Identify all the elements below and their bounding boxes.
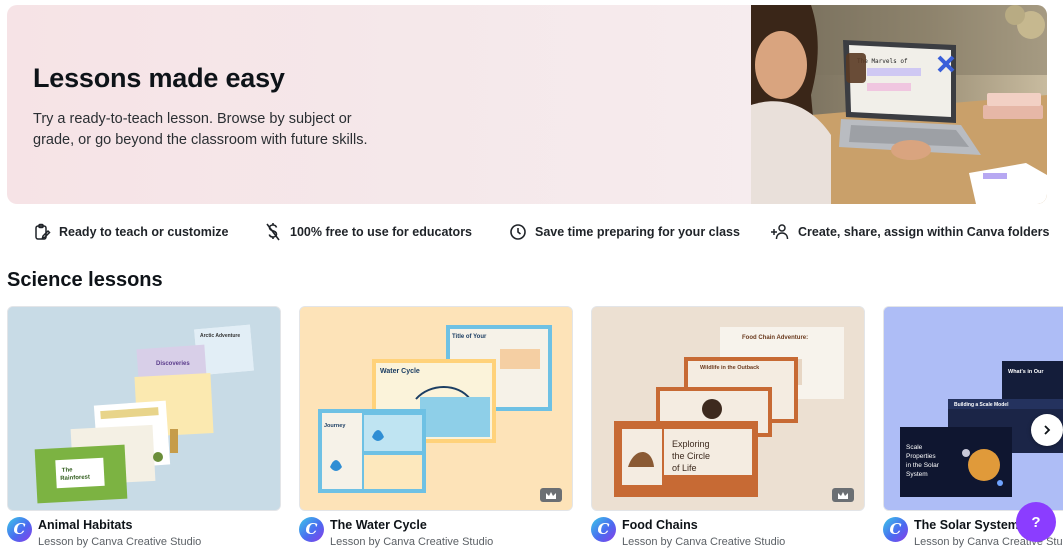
hero-subtitle: Try a ready-to-teach lesson. Browse by s… bbox=[33, 111, 368, 148]
clipboard-edit-icon bbox=[35, 223, 51, 240]
svg-text:of Life: of Life bbox=[672, 463, 697, 473]
svg-text:Building a Scale Model: Building a Scale Model bbox=[954, 402, 1009, 408]
lesson-author: Lesson by Canva Creative Studio bbox=[38, 536, 202, 548]
lesson-author: Lesson by Canva Creative Studio bbox=[330, 536, 494, 548]
hero-photo: The Marvels of bbox=[751, 5, 1047, 204]
lesson-card-food-chains[interactable]: Food Chain Adventure: Wildlife in the Ou… bbox=[591, 306, 865, 511]
lesson-meta[interactable]: C Food Chains Lesson by Canva Creative S… bbox=[591, 517, 865, 553]
hero-title: Lessons made easy bbox=[33, 63, 285, 93]
lesson-thumbnail: Title of Your Water Cycle Journey bbox=[300, 307, 572, 510]
lesson-meta[interactable]: C The Water Cycle Lesson by Canva Creati… bbox=[299, 517, 573, 553]
svg-text:Scale: Scale bbox=[906, 444, 923, 451]
svg-text:Properties: Properties bbox=[906, 453, 936, 460]
hero-banner: Lessons made easy Try a ready-to-teach l… bbox=[7, 5, 1047, 204]
feature-share: Create, share, assign within Canva folde… bbox=[770, 221, 1049, 243]
lesson-card-solar-system[interactable]: What's in Our Building a Scale Model Sca… bbox=[883, 306, 1063, 511]
feature-free: 100% free to use for educators bbox=[264, 221, 472, 243]
feature-label: Create, share, assign within Canva folde… bbox=[798, 225, 1050, 239]
lesson-author: Lesson by Canva Creative Studio bbox=[622, 536, 786, 548]
feature-label: 100% free to use for educators bbox=[290, 225, 473, 239]
premium-crown-icon bbox=[540, 488, 562, 502]
svg-text:the Circle: the Circle bbox=[672, 451, 710, 461]
svg-text:Discoveries: Discoveries bbox=[156, 361, 190, 367]
feature-time: Save time preparing for your class bbox=[509, 221, 740, 243]
carousel-next-button[interactable] bbox=[1031, 414, 1063, 446]
premium-crown-icon bbox=[832, 488, 854, 502]
svg-text:in the Solar: in the Solar bbox=[906, 462, 940, 469]
svg-text:System: System bbox=[906, 471, 928, 478]
feature-list: Ready to teach or customize 100% free to… bbox=[0, 221, 1063, 243]
svg-text:Journey: Journey bbox=[324, 423, 346, 429]
svg-text:Exploring: Exploring bbox=[672, 439, 710, 449]
svg-text:Food Chain Adventure:: Food Chain Adventure: bbox=[742, 335, 808, 341]
people-share-icon bbox=[771, 224, 789, 240]
lesson-title[interactable]: Animal Habitats bbox=[38, 518, 132, 532]
svg-text:Title of Your: Title of Your bbox=[452, 334, 487, 340]
chevron-right-icon bbox=[1044, 425, 1051, 435]
lesson-meta[interactable]: C Animal Habitats Lesson by Canva Creati… bbox=[7, 517, 281, 553]
svg-text:Arctic Adventure: Arctic Adventure bbox=[200, 333, 240, 339]
canva-logo-icon: C bbox=[591, 517, 616, 542]
svg-text:Water Cycle: Water Cycle bbox=[380, 368, 420, 375]
lesson-card-water-cycle[interactable]: Title of Your Water Cycle Journey bbox=[299, 306, 573, 511]
feature-ready: Ready to teach or customize bbox=[33, 221, 229, 243]
dollar-strike-icon bbox=[266, 223, 280, 241]
lesson-thumbnail: What's in Our Building a Scale Model Sca… bbox=[884, 307, 1063, 510]
lesson-title[interactable]: The Water Cycle bbox=[330, 518, 427, 532]
lesson-card-animal-habitats[interactable]: Arctic Adventure Discoveries The Rainfor… bbox=[7, 306, 281, 511]
canva-logo-icon: C bbox=[299, 517, 324, 542]
clock-icon bbox=[510, 224, 526, 240]
svg-text:Wildlife in the Outback: Wildlife in the Outback bbox=[700, 365, 760, 371]
lesson-thumbnail: Arctic Adventure Discoveries The Rainfor… bbox=[8, 307, 280, 510]
lesson-thumbnail: Food Chain Adventure: Wildlife in the Ou… bbox=[592, 307, 864, 510]
feature-label: Save time preparing for your class bbox=[535, 225, 740, 239]
canva-logo-icon: C bbox=[7, 517, 32, 542]
feature-label: Ready to teach or customize bbox=[59, 225, 229, 239]
lesson-title[interactable]: Food Chains bbox=[622, 518, 698, 532]
section-title: Science lessons bbox=[7, 269, 163, 291]
canva-logo-icon: C bbox=[883, 517, 908, 542]
help-button[interactable]: ? bbox=[1016, 502, 1056, 542]
svg-text:What's in Our: What's in Our bbox=[1008, 369, 1044, 375]
lesson-title[interactable]: The Solar System bbox=[914, 518, 1019, 532]
svg-text:The: The bbox=[62, 467, 74, 474]
